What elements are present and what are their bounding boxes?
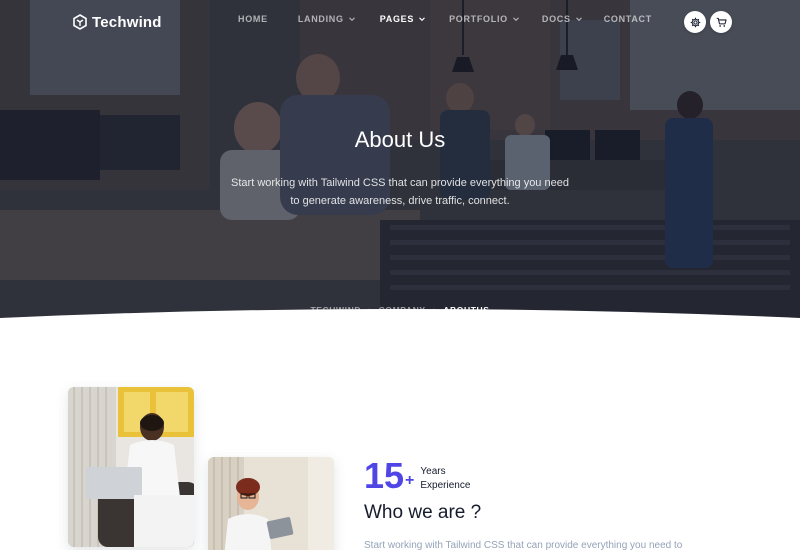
chevron-down-icon bbox=[575, 17, 582, 22]
hero-bottom-curve bbox=[0, 309, 800, 330]
section-heading: Who we are ? bbox=[364, 502, 482, 523]
nav-item-label: PORTFOLIO bbox=[449, 14, 508, 24]
navbar: Techwind HOME LANDING PAGES PORTFOLIO DO… bbox=[0, 0, 800, 44]
section-text: Start working with Tailwind CSS that can… bbox=[364, 540, 683, 550]
breadcrumb-item-techwind[interactable]: TECHWIND bbox=[310, 305, 361, 315]
logo-icon bbox=[73, 14, 87, 30]
chevron-right-icon: › bbox=[432, 305, 437, 315]
brand-logo[interactable]: Techwind bbox=[72, 11, 162, 33]
experience-stat: 15 + Years Experience bbox=[364, 456, 480, 496]
nav-item-label: LANDING bbox=[297, 14, 344, 24]
nav-item-home[interactable]: HOME bbox=[238, 14, 268, 24]
stat-suffix: + bbox=[405, 472, 415, 489]
breadcrumb-item-company[interactable]: COMPANY bbox=[379, 305, 426, 315]
settings-icon bbox=[690, 17, 700, 27]
nav-item-label: DOCS bbox=[541, 14, 571, 24]
cart-icon bbox=[716, 17, 727, 27]
chevron-down-icon bbox=[512, 17, 519, 22]
man-portrait-image bbox=[68, 387, 194, 547]
nav-item-docs[interactable]: DOCS bbox=[542, 14, 583, 24]
settings-button[interactable] bbox=[684, 11, 706, 33]
stat-label-line2: Experience bbox=[420, 480, 471, 491]
nav-item-label: PAGES bbox=[379, 14, 415, 24]
team-photo-man bbox=[68, 387, 194, 547]
breadcrumb-item-aboutus: ABOUTUS bbox=[443, 305, 490, 315]
stat-label-line1: Years bbox=[420, 466, 446, 477]
chevron-down-icon bbox=[419, 17, 425, 22]
brand-name: Techwind bbox=[92, 13, 162, 31]
woman-portrait-image bbox=[208, 457, 334, 550]
main-nav: HOME LANDING PAGES PORTFOLIO DOCS CONTAC… bbox=[238, 14, 652, 24]
chevron-down-icon bbox=[348, 17, 355, 22]
nav-item-pages[interactable]: PAGES bbox=[380, 14, 426, 24]
nav-item-landing[interactable]: LANDING bbox=[298, 14, 356, 24]
nav-item-contact[interactable]: CONTACT bbox=[604, 14, 652, 24]
nav-item-portfolio[interactable]: PORTFOLIO bbox=[449, 14, 520, 24]
stat-number: 15 bbox=[364, 455, 405, 496]
team-photo-woman bbox=[208, 457, 334, 550]
cart-button[interactable] bbox=[710, 11, 732, 33]
stat-label: Years Experience bbox=[420, 465, 480, 493]
nav-item-label: HOME bbox=[238, 14, 268, 24]
hero-subtitle: Start working with Tailwind CSS that can… bbox=[231, 177, 569, 207]
chevron-right-icon: › bbox=[368, 305, 372, 315]
page-title: About Us bbox=[354, 127, 446, 152]
nav-item-label: CONTACT bbox=[603, 14, 652, 24]
hero-section: About Us Start working with Tailwind CSS… bbox=[0, 0, 800, 330]
breadcrumb: TECHWIND › COMPANY › ABOUTUS bbox=[0, 305, 800, 315]
